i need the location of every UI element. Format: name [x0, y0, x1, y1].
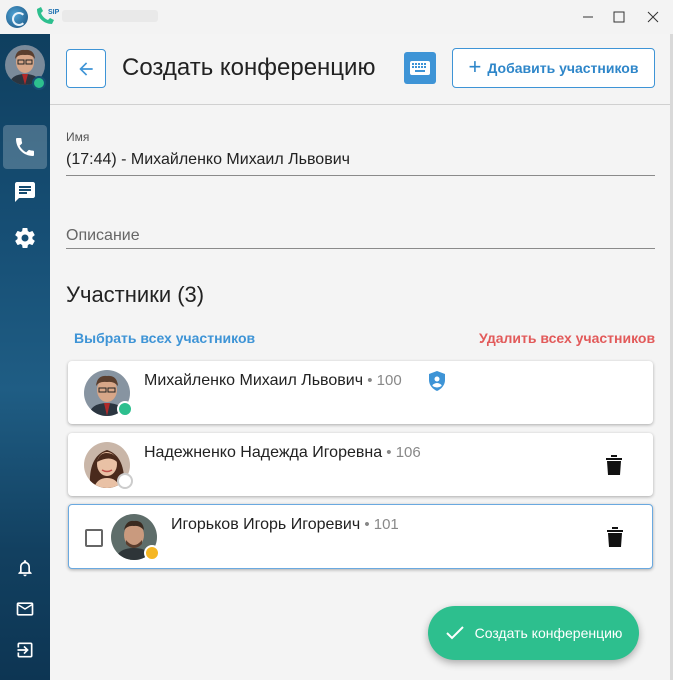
trash-icon[interactable] — [604, 453, 624, 477]
keyboard-button[interactable] — [404, 52, 436, 84]
close-button[interactable] — [640, 4, 666, 30]
logout-icon — [17, 642, 33, 658]
create-conference-button[interactable]: Создать конференцию — [428, 606, 639, 660]
add-participants-label: Добавить участников — [487, 60, 639, 76]
sidebar-item-settings[interactable] — [3, 216, 47, 260]
online-status-icon — [117, 401, 133, 417]
close-icon — [647, 11, 659, 23]
shield-icon — [429, 371, 445, 391]
maximize-button[interactable] — [606, 4, 632, 30]
away-status-icon — [144, 545, 160, 561]
sidebar-item-logout[interactable] — [3, 628, 47, 672]
main-panel: Создать конференцию + Добавить участнико… — [50, 34, 670, 680]
title-bar: SIP — [0, 0, 673, 34]
name-field-underline — [66, 175, 655, 176]
plus-icon: + — [468, 54, 482, 79]
participant-extension: • 106 — [382, 444, 421, 461]
mail-icon — [16, 602, 34, 616]
svg-text:SIP: SIP — [48, 9, 60, 16]
description-field-underline — [66, 248, 655, 249]
sip-phone-icon: SIP — [37, 7, 60, 24]
sidebar — [0, 34, 50, 680]
arrow-left-icon — [79, 61, 93, 76]
participant-card[interactable]: Михайленко Михаил Львович • 100 — [68, 361, 653, 424]
minimize-button[interactable] — [575, 4, 601, 30]
participant-card[interactable]: Надежненко Надежда Игоревна • 106 — [68, 433, 653, 496]
name-field[interactable]: (17:44) - Михайленко Михаил Львович — [66, 151, 350, 169]
participant-extension: • 100 — [363, 372, 402, 389]
online-status-icon — [32, 76, 46, 90]
name-field-label: Имя — [66, 130, 90, 144]
participant-name-text: Игорьков Игорь Игоревич — [171, 516, 361, 533]
maximize-icon — [613, 11, 625, 23]
bell-icon — [18, 560, 32, 577]
participant-card[interactable]: Игорьков Игорь Игоревич • 101 — [68, 504, 653, 569]
back-button[interactable] — [66, 49, 106, 88]
page-header: Создать конференцию + Добавить участнико… — [50, 34, 670, 105]
participant-checkbox[interactable] — [85, 529, 103, 547]
gear-icon — [15, 228, 35, 249]
participant-extension: • 101 — [360, 516, 399, 533]
participants-title: Участники (3) — [66, 282, 205, 307]
window-title-blurred — [62, 10, 158, 22]
sidebar-item-mail[interactable] — [3, 587, 47, 631]
sidebar-item-calls[interactable] — [3, 125, 47, 169]
phone-icon — [16, 138, 34, 156]
participant-name: Надежненко Надежда Игоревна • 106 — [144, 444, 421, 462]
app-logo-icon — [6, 6, 28, 28]
participant-name: Михайленко Михаил Львович • 100 — [144, 372, 402, 390]
minimize-icon — [583, 16, 593, 18]
delete-all-link[interactable]: Удалить всех участников — [479, 330, 655, 346]
create-conference-label: Создать конференцию — [474, 625, 623, 641]
check-icon — [445, 626, 464, 640]
trash-icon[interactable] — [605, 525, 625, 549]
keyboard-icon — [410, 61, 430, 75]
sidebar-item-chat[interactable] — [3, 170, 47, 214]
offline-status-icon — [117, 473, 133, 489]
select-all-link[interactable]: Выбрать всех участников — [74, 330, 255, 346]
sidebar-item-notifications[interactable] — [3, 546, 47, 590]
add-participants-button[interactable]: + Добавить участников — [452, 48, 655, 88]
chat-icon — [15, 182, 35, 202]
participant-name-text: Надежненко Надежда Игоревна — [144, 444, 383, 461]
page-title: Создать конференцию — [122, 54, 376, 81]
participant-name: Игорьков Игорь Игоревич • 101 — [171, 516, 399, 534]
description-field[interactable]: Описание — [66, 227, 140, 245]
participant-name-text: Михайленко Михаил Львович — [144, 372, 364, 389]
